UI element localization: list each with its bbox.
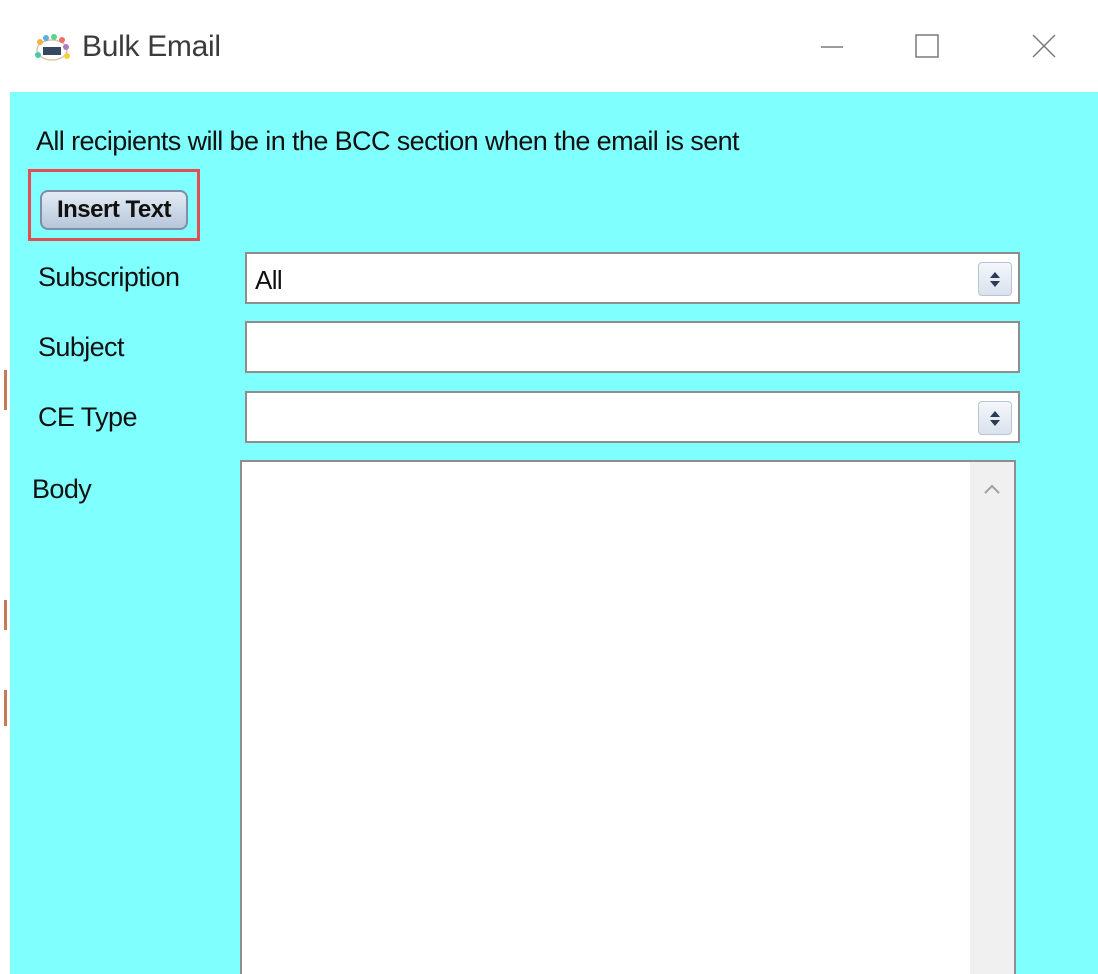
subject-input[interactable] bbox=[245, 321, 1020, 373]
insert-text-button[interactable]: Insert Text bbox=[40, 190, 188, 230]
edge-mark bbox=[4, 370, 7, 410]
subject-label: Subject bbox=[38, 332, 124, 362]
ce-type-select[interactable] bbox=[245, 391, 1020, 443]
close-icon bbox=[1029, 31, 1059, 66]
app-logo-icon bbox=[32, 33, 72, 63]
scroll-up-icon[interactable] bbox=[982, 482, 1002, 496]
title-bar[interactable]: Bulk Email bbox=[10, 0, 1098, 92]
subscription-spinner[interactable] bbox=[978, 262, 1012, 296]
subscription-label: Subscription bbox=[38, 262, 180, 292]
spin-down-icon bbox=[990, 419, 1000, 426]
maximize-icon bbox=[912, 31, 942, 66]
form-client-area: All recipients will be in the BCC sectio… bbox=[10, 92, 1098, 974]
minimize-icon bbox=[817, 31, 847, 66]
window-title: Bulk Email bbox=[82, 30, 221, 63]
background-window-edge bbox=[0, 0, 10, 974]
edge-mark bbox=[4, 690, 7, 726]
spin-down-icon bbox=[990, 280, 1000, 287]
subscription-value: All bbox=[255, 265, 283, 295]
subscription-select[interactable]: All bbox=[245, 252, 1020, 304]
body-label: Body bbox=[32, 474, 92, 504]
bcc-info-text: All recipients will be in the BCC sectio… bbox=[36, 126, 740, 156]
ce-type-label: CE Type bbox=[38, 402, 137, 432]
body-scrollbar[interactable] bbox=[970, 462, 1014, 974]
bulk-email-window: Bulk Email All recipients will be in the… bbox=[0, 0, 1098, 974]
minimize-button[interactable] bbox=[810, 28, 854, 68]
spin-up-icon bbox=[990, 410, 1000, 417]
maximize-button[interactable] bbox=[905, 28, 949, 68]
spin-up-icon bbox=[990, 271, 1000, 278]
body-textarea[interactable] bbox=[240, 460, 1016, 974]
ce-type-spinner[interactable] bbox=[978, 401, 1012, 435]
edge-mark bbox=[4, 600, 7, 630]
close-button[interactable] bbox=[1022, 28, 1066, 68]
